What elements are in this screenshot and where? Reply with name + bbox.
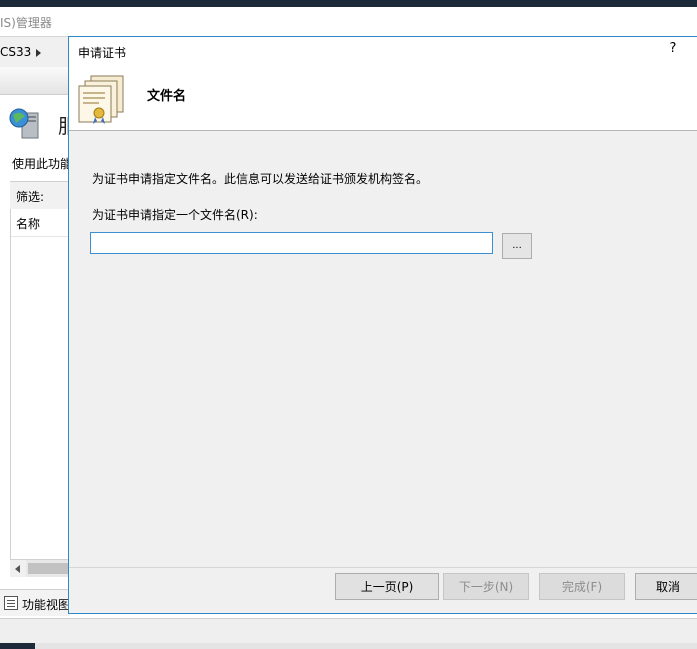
filename-label: 为证书申请指定一个文件名(R): xyxy=(92,208,258,222)
scroll-left-button[interactable] xyxy=(10,560,26,577)
background-page-description: 使用此功能 xyxy=(12,157,73,171)
background-filter-bar[interactable]: 筛选: xyxy=(10,181,70,210)
column-divider xyxy=(11,236,71,237)
background-toolbar xyxy=(0,67,70,95)
background-address-bar[interactable]: CS33 xyxy=(0,36,70,68)
top-window-edge xyxy=(0,0,697,7)
features-view-icon[interactable] xyxy=(4,596,18,610)
crumb-arrow-icon[interactable] xyxy=(36,49,41,57)
cancel-button[interactable]: 取消 xyxy=(635,573,697,600)
previous-button[interactable]: 上一页(P) xyxy=(335,573,439,600)
page-title: 文件名 xyxy=(147,89,187,104)
button-separator xyxy=(69,567,697,568)
scroll-thumb[interactable] xyxy=(28,563,70,574)
chevron-left-icon xyxy=(15,565,20,573)
filename-input[interactable] xyxy=(90,232,493,254)
taskbar xyxy=(0,643,697,649)
dialog-description: 为证书申请指定文件名。此信息可以发送给证书颁发机构签名。 xyxy=(92,172,429,186)
dialog-title: 申请证书 xyxy=(78,46,127,60)
status-bar xyxy=(0,618,697,644)
finish-button[interactable]: 完成(F) xyxy=(539,573,625,600)
dialog-titlebar: 申请证书 ? xyxy=(69,37,697,65)
server-globe-icon xyxy=(9,108,39,139)
request-certificate-dialog: 申请证书 ? 文件名 为证书申请指定文件名。此信息可以发送给证书颁发机构签名。 … xyxy=(68,36,697,614)
start-button[interactable] xyxy=(0,643,35,649)
background-window-titlebar: IS)管理器 xyxy=(0,7,697,35)
background-feature-list[interactable]: 名称 xyxy=(10,209,71,559)
horizontal-scrollbar[interactable] xyxy=(10,559,70,577)
tab-features-view[interactable]: 功能视图 xyxy=(22,596,70,613)
certificate-icon xyxy=(78,75,124,124)
browse-button[interactable]: ... xyxy=(502,233,532,259)
address-crumb[interactable]: CS33 xyxy=(0,45,31,59)
column-header-name[interactable]: 名称 xyxy=(16,215,40,232)
dialog-header: 文件名 xyxy=(69,65,697,131)
next-button[interactable]: 下一步(N) xyxy=(443,573,529,600)
help-button[interactable]: ? xyxy=(666,41,680,59)
background-window-title: IS)管理器 xyxy=(0,16,52,30)
view-tabs: 功能视图 xyxy=(0,589,70,616)
filter-label: 筛选: xyxy=(16,190,45,204)
